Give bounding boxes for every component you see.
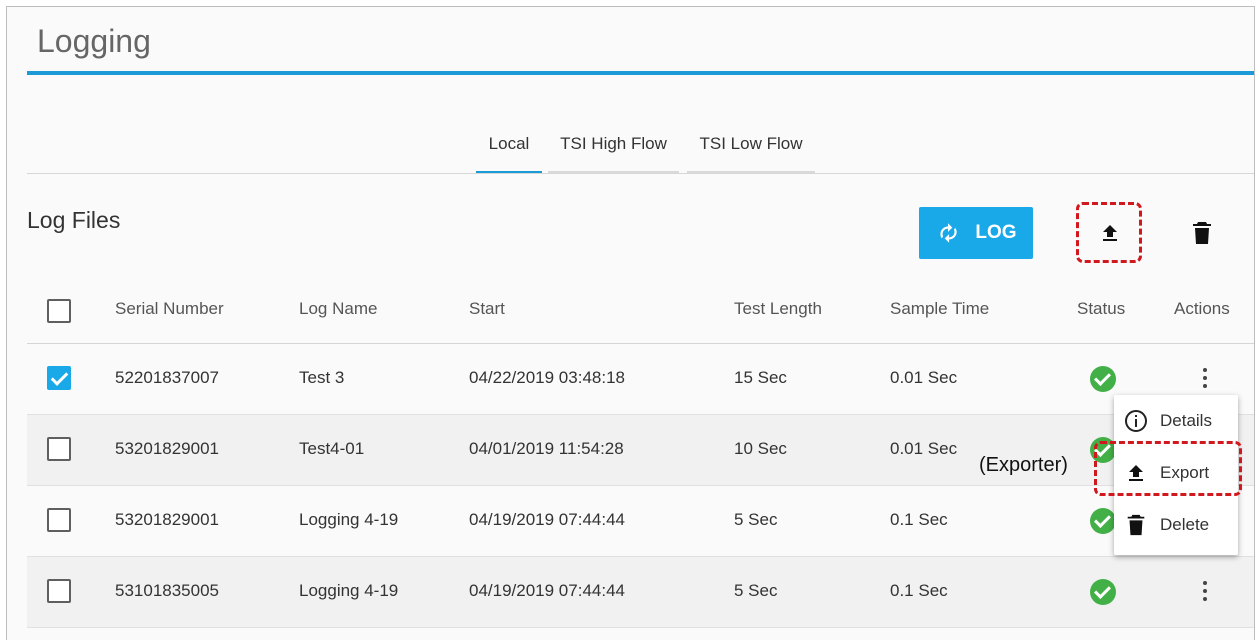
export-highlight — [1076, 202, 1142, 263]
tab-tsi-high-flow[interactable]: TSI High Flow — [548, 133, 679, 174]
start-time: 04/01/2019 11:54:28 — [469, 439, 624, 458]
sample-time: 0.1 Sec — [890, 510, 948, 529]
column-header-log-name[interactable]: Log Name — [299, 299, 377, 319]
serial-number: 53201829001 — [115, 510, 220, 529]
row-checkbox[interactable] — [47, 508, 71, 532]
test-length: 5 Sec — [734, 510, 778, 529]
row-checkbox[interactable] — [47, 366, 71, 390]
start-time: 04/22/2019 03:48:18 — [469, 368, 625, 387]
trash-icon — [1193, 222, 1211, 244]
table-row[interactable]: 52201837007 Test 3 04/22/2019 03:48:18 1… — [27, 344, 1254, 415]
column-header-test-length[interactable]: Test Length — [734, 299, 822, 319]
test-length: 15 Sec — [734, 368, 787, 387]
row-checkbox[interactable] — [47, 437, 71, 461]
table-header: Serial Number Log Name Start Test Length… — [27, 277, 1254, 344]
section-title: Log Files — [27, 207, 121, 233]
column-header-sample-time[interactable]: Sample Time — [890, 299, 989, 319]
status-ok-icon — [1090, 579, 1116, 605]
log-name: Test4-01 — [299, 439, 365, 458]
tab-local[interactable]: Local — [476, 133, 542, 174]
column-header-status[interactable]: Status — [1077, 299, 1125, 319]
table-row[interactable]: 53201829001 Logging 4-19 04/19/2019 07:4… — [27, 486, 1254, 557]
title-divider — [27, 71, 1254, 75]
delete-button[interactable] — [1182, 213, 1222, 253]
tab-tsi-low-flow-label: TSI Low Flow — [699, 134, 803, 153]
menu-item-delete[interactable]: Delete — [1114, 501, 1238, 549]
select-all-checkbox[interactable] — [47, 299, 71, 323]
row-actions-menu-icon[interactable] — [1193, 363, 1217, 393]
serial-number: 53101835005 — [115, 581, 220, 600]
info-icon — [1125, 410, 1147, 432]
tabs-divider — [27, 173, 1254, 174]
start-time: 04/19/2019 07:44:44 — [469, 581, 625, 600]
column-header-serial[interactable]: Serial Number — [115, 299, 224, 319]
trash-icon — [1127, 514, 1145, 536]
log-name: Logging 4-19 — [299, 581, 399, 600]
menu-item-details[interactable]: Details — [1114, 397, 1238, 445]
sample-time: 0.1 Sec — [890, 581, 948, 600]
menu-item-label: Delete — [1160, 515, 1210, 534]
table-row[interactable]: 53201829001 Test4-01 04/01/2019 11:54:28… — [27, 415, 1254, 486]
sample-time: 0.01 Sec — [890, 439, 958, 458]
page-title: Logging — [37, 23, 151, 59]
log-name: Logging 4-19 — [299, 510, 399, 529]
status-ok-icon — [1090, 508, 1116, 534]
sample-time: 0.01 Sec — [890, 368, 958, 387]
test-length: 10 Sec — [734, 439, 787, 458]
tab-tsi-low-flow[interactable]: TSI Low Flow — [687, 133, 815, 174]
serial-number: 53201829001 — [115, 439, 220, 458]
column-header-actions: Actions — [1174, 299, 1230, 318]
tab-local-label: Local — [488, 134, 530, 153]
menu-item-label: Details — [1160, 411, 1212, 430]
log-button[interactable]: LOG — [919, 207, 1033, 259]
refresh-icon — [940, 223, 958, 243]
column-header-start[interactable]: Start — [469, 299, 505, 319]
serial-number: 52201837007 — [115, 368, 220, 387]
export-menu-highlight — [1094, 441, 1242, 496]
log-name: Test 3 — [299, 368, 345, 387]
app-window: Logging Local TSI High Flow TSI Low Flow… — [6, 6, 1255, 640]
log-button-label: LOG — [975, 222, 1017, 243]
start-time: 04/19/2019 07:44:44 — [469, 510, 625, 529]
status-ok-icon — [1090, 366, 1116, 392]
exporter-annotation: (Exporter) — [979, 454, 1068, 476]
table-row[interactable]: 53101835005 Logging 4-19 04/19/2019 07:4… — [27, 557, 1254, 628]
row-checkbox[interactable] — [47, 579, 71, 603]
tab-tsi-high-flow-label: TSI High Flow — [560, 134, 667, 153]
test-length: 5 Sec — [734, 581, 778, 600]
row-actions-menu-icon[interactable] — [1193, 576, 1217, 606]
